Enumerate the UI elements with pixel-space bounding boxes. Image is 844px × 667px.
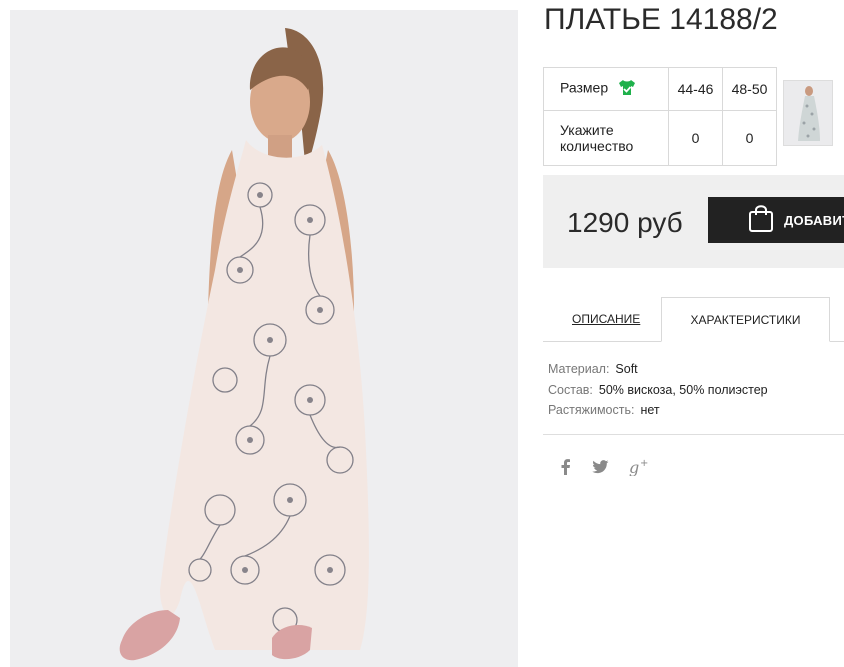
characteristic-key: Материал: (548, 362, 610, 376)
characteristics-list: Материал: Soft Состав: 50% вискоза, 50% по… (548, 359, 768, 421)
shopping-bag-icon (748, 203, 774, 238)
characteristic-row: Состав: 50% вискоза, 50% полиэстер (548, 380, 768, 401)
quantity-label-cell: Укажите количество (543, 110, 669, 166)
characteristic-row: Материал: Soft (548, 359, 768, 380)
quantity-label-line2: количество (560, 138, 634, 154)
product-price: 1290 руб (567, 207, 683, 238)
size-label: Размер (560, 79, 609, 96)
characteristic-value: Soft (615, 362, 638, 376)
buy-box: 1290 руб ДОБАВИТ (543, 175, 844, 268)
quantity-label-line1: Укажите (560, 122, 614, 138)
characteristic-value: 50% вискоза, 50% полиэстер (598, 382, 768, 397)
tab-description[interactable]: ОПИСАНИЕ (572, 312, 640, 326)
section-divider (543, 434, 844, 435)
social-share: g + (560, 458, 649, 476)
facebook-icon[interactable] (560, 459, 572, 475)
characteristic-row: Растяжимость: нет (548, 400, 768, 421)
product-tabs: ОПИСАНИЕ ХАРАКТЕРИСТИКИ (543, 297, 844, 342)
svg-text:+: + (640, 458, 648, 469)
quantity-input-44-46[interactable]: 0 (668, 110, 723, 166)
size-row: Размер 44-46 48-50 (543, 67, 777, 111)
size-option-44-46[interactable]: 44-46 (668, 67, 723, 111)
twitter-icon[interactable] (592, 460, 609, 474)
size-chart-tshirt-icon[interactable] (618, 79, 636, 99)
size-option-48-50[interactable]: 48-50 (722, 67, 777, 111)
tab-characteristics[interactable]: ХАРАКТЕРИСТИКИ (661, 297, 830, 342)
characteristic-key: Состав: (548, 382, 593, 397)
size-label-cell: Размер (543, 67, 669, 111)
dress-model-image (10, 10, 518, 667)
svg-text:g: g (629, 458, 639, 476)
quantity-row: Укажите количество 0 0 (543, 110, 777, 166)
add-to-cart-button[interactable]: ДОБАВИТ (708, 197, 844, 243)
characteristic-key: Растяжимость: (548, 403, 635, 417)
quantity-input-48-50[interactable]: 0 (722, 110, 777, 166)
product-thumbnail[interactable] (783, 80, 833, 146)
product-title: ПЛАТЬЕ 14188/2 (544, 3, 778, 36)
add-to-cart-label: ДОБАВИТ (784, 212, 844, 228)
size-quantity-table: Размер 44-46 48-50 Укажите количество 0 … (543, 67, 777, 166)
characteristic-value: нет (640, 403, 660, 417)
google-plus-icon[interactable]: g + (629, 458, 649, 476)
product-photo[interactable] (10, 10, 518, 667)
